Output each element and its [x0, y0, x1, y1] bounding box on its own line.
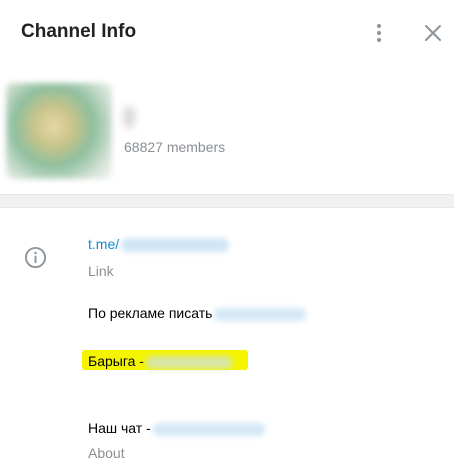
link-redacted — [121, 237, 230, 252]
more-menu-button[interactable] — [366, 20, 392, 46]
channel-link[interactable]: t.me/ — [88, 236, 230, 254]
description-text: Наш чат - — [88, 420, 151, 436]
page-title: Channel Info — [21, 21, 137, 42]
close-icon[interactable] — [421, 21, 445, 45]
link-prefix[interactable]: t.me/ — [88, 236, 119, 252]
dot — [377, 24, 381, 28]
info-icon — [24, 246, 47, 269]
description-line-seller: Барыга - — [88, 353, 232, 369]
channel-profile: ​ 68827 members — [0, 68, 454, 194]
description-line-ads: По рекламе писать — [88, 305, 307, 321]
section-divider — [0, 194, 454, 208]
dot — [377, 31, 381, 35]
dot — [377, 38, 381, 42]
avatar[interactable] — [6, 83, 112, 179]
description-text: По рекламе писать — [88, 305, 213, 321]
mention-redacted[interactable] — [145, 355, 232, 369]
mention-redacted[interactable] — [152, 422, 265, 436]
channel-name-redacted: ​ — [123, 106, 135, 128]
channel-info-panel: Channel Info ​ 68827 members t.me/ Link … — [0, 0, 454, 473]
description-text: Барыга - — [88, 353, 144, 369]
description-line-chat: Наш чат - — [88, 420, 265, 436]
about-caption: About — [88, 445, 125, 461]
members-count: 68827 members — [124, 139, 226, 155]
link-caption: Link — [88, 263, 114, 279]
panel-header: Channel Info — [0, 0, 454, 68]
mention-redacted[interactable] — [214, 307, 307, 321]
